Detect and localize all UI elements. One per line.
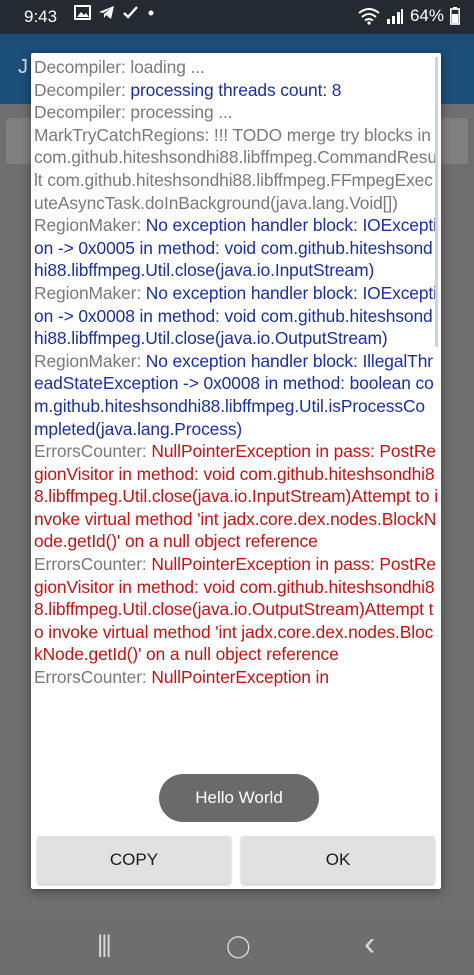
log-entry: MarkTryCatchRegions: !!! TODO merge try … [34, 124, 437, 213]
scrollbar[interactable] [435, 57, 438, 347]
system-icons: 64% [358, 6, 460, 26]
status-time: 9:43 [24, 7, 58, 26]
app-title: J [18, 56, 28, 78]
log-entry: ErrorsCounter: NullPointerException in p… [34, 554, 436, 665]
copy-button[interactable]: COPY [37, 836, 231, 884]
wifi-icon [358, 7, 380, 25]
log-entry: RegionMaker: No exception handler block:… [34, 350, 434, 439]
status-bar: 9:43 64% [0, 0, 474, 34]
log-entry: RegionMaker: No exception handler block:… [34, 282, 437, 349]
image-icon [74, 5, 91, 20]
signal-icon [386, 8, 403, 24]
log-text[interactable]: Decompiler: loading ... Decompiler: proc… [34, 56, 438, 826]
log-entry: ErrorsCounter: NullPointerException in [34, 667, 329, 688]
log-entry: ErrorsCounter: NullPointerException in p… [34, 441, 438, 552]
log-entry: Decompiler: processing ... [34, 102, 233, 123]
navigation-bar: ||| ◯ ‹ [0, 920, 474, 975]
check-icon [123, 6, 138, 19]
recents-icon[interactable]: ||| [97, 931, 112, 959]
log-entry: Decompiler: processing threads count: 8 [34, 79, 342, 100]
log-dialog: Decompiler: loading ... Decompiler: proc… [31, 53, 441, 889]
log-entry: RegionMaker: No exception handler block:… [34, 215, 437, 281]
toast-message: Hello World [159, 774, 319, 822]
dialog-buttons: COPY OK [37, 836, 435, 884]
telegram-icon [99, 6, 114, 19]
battery-icon [450, 7, 460, 25]
home-icon[interactable]: ◯ [226, 933, 251, 959]
back-icon[interactable]: ‹ [364, 925, 375, 964]
log-entry: Decompiler: loading ... [34, 57, 205, 77]
battery-level: 64% [409, 6, 444, 25]
ok-button[interactable]: OK [241, 836, 435, 884]
notification-icons [74, 5, 156, 20]
dot-icon [148, 10, 154, 16]
